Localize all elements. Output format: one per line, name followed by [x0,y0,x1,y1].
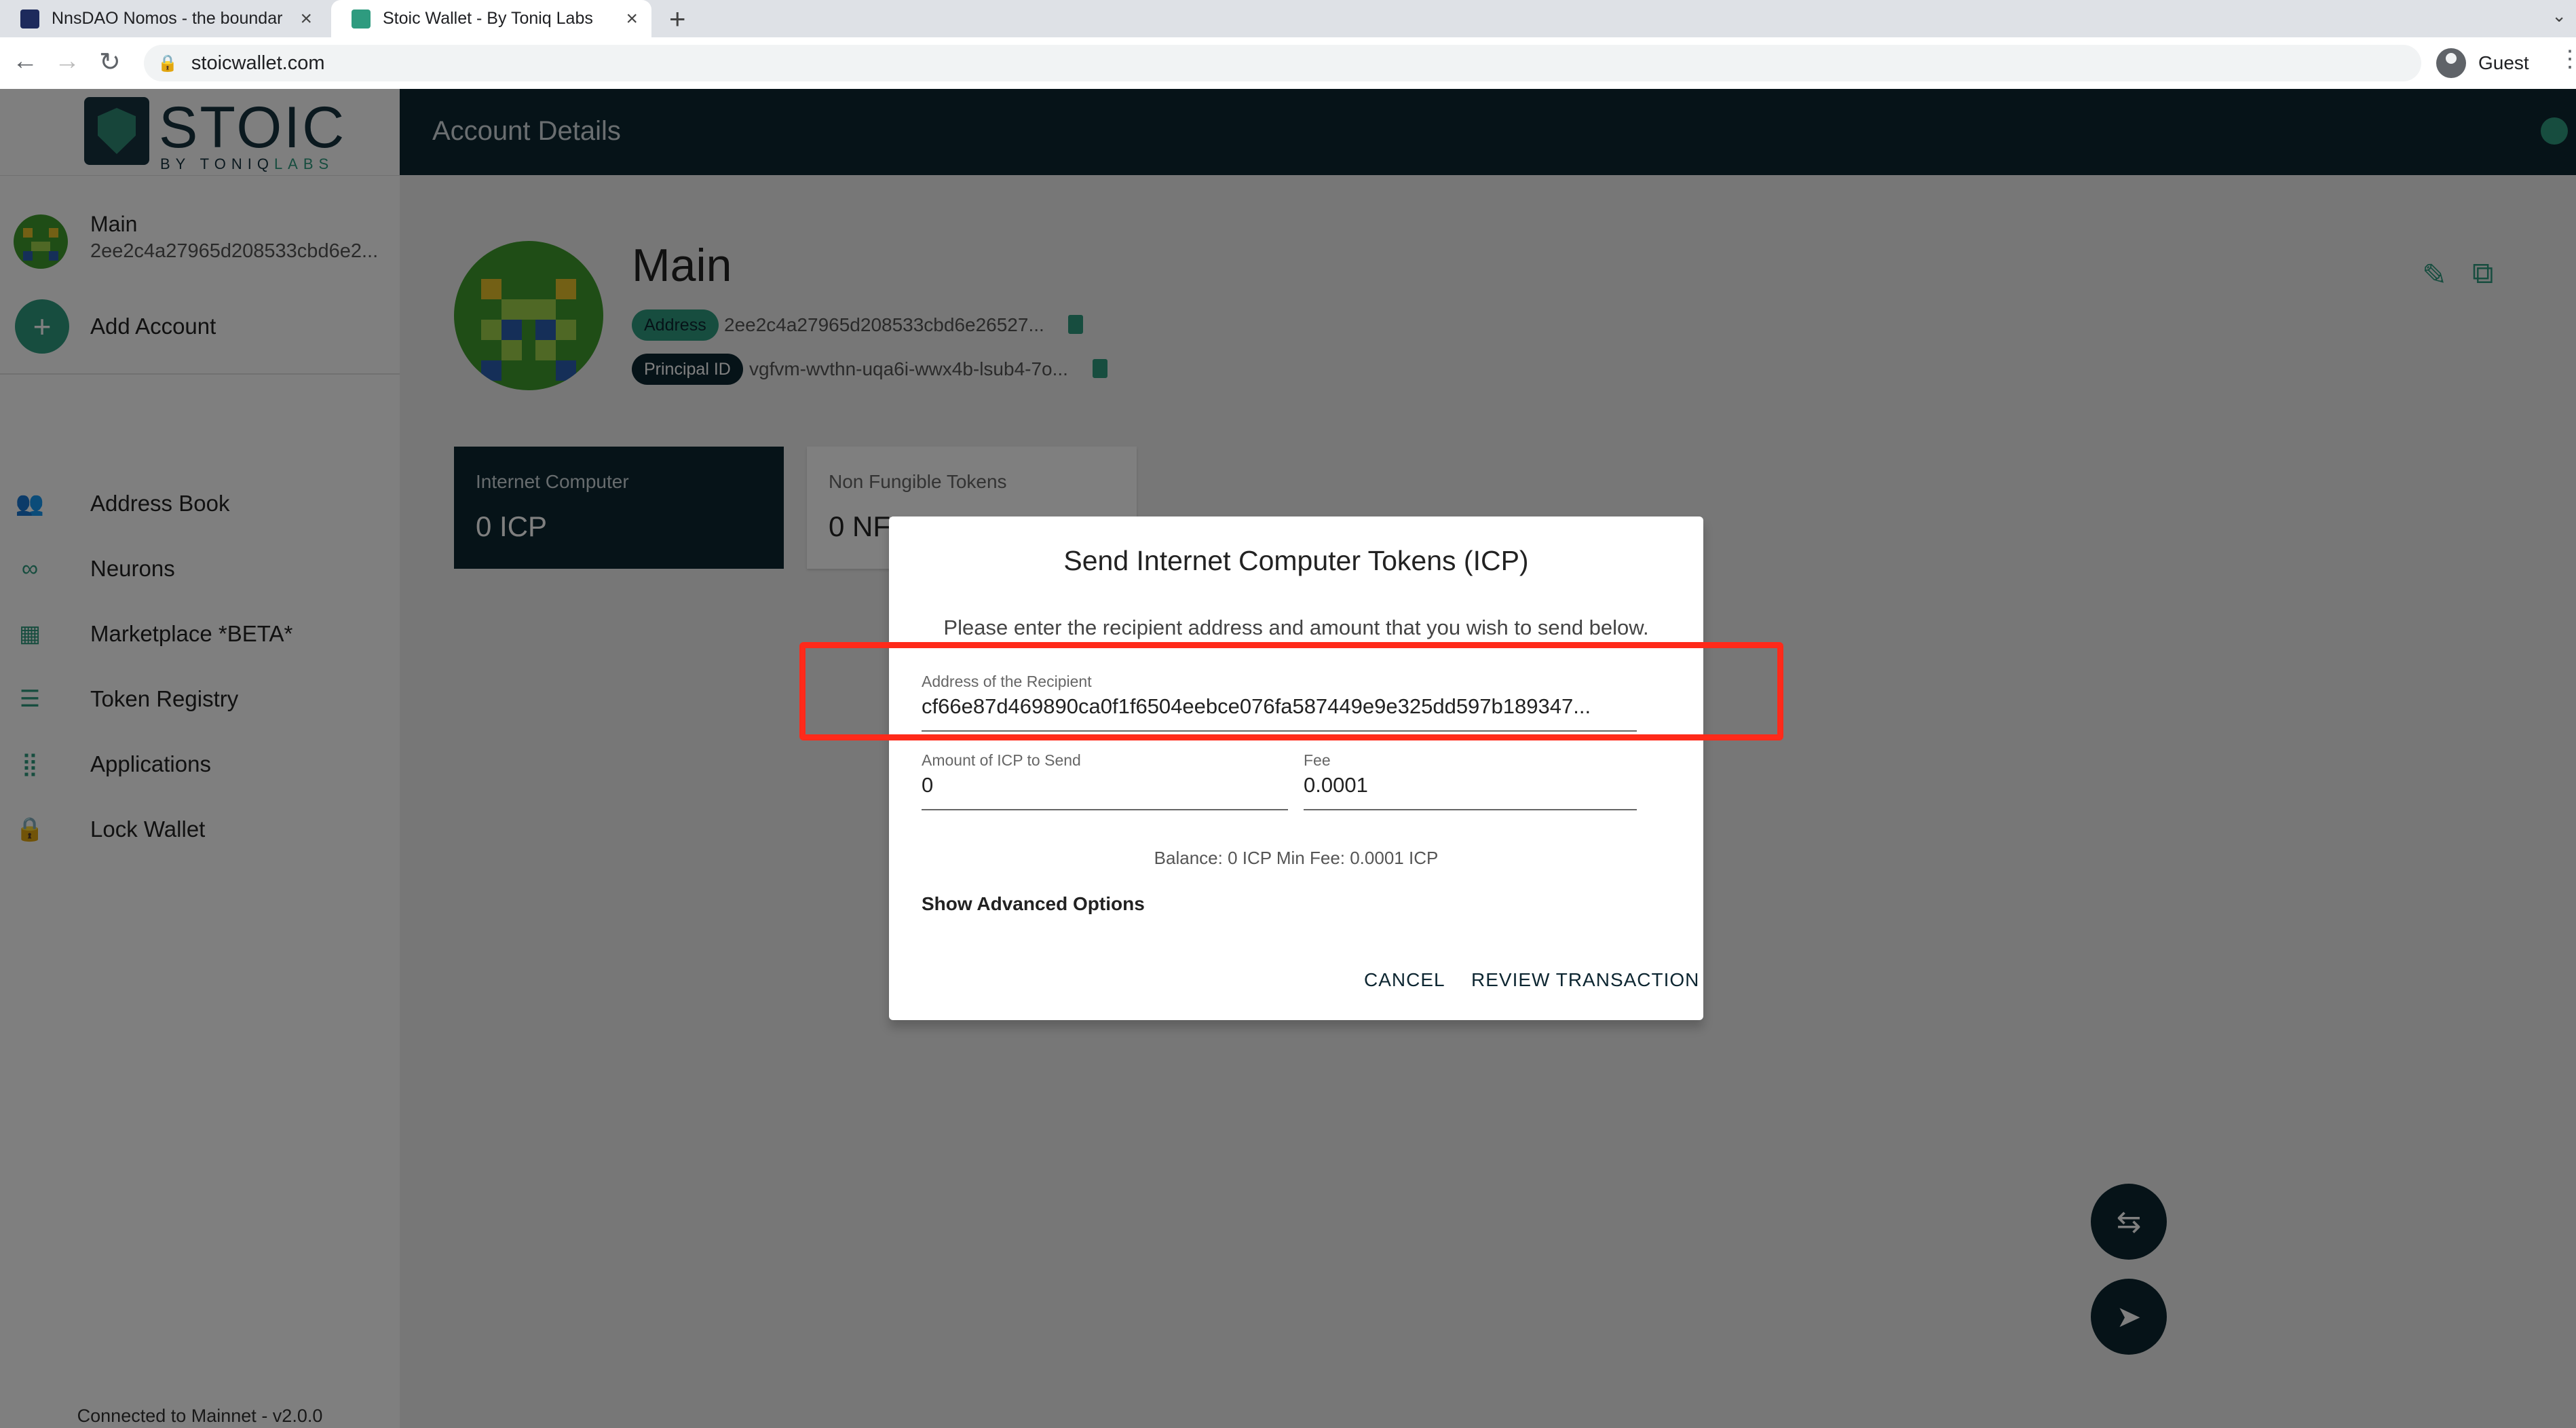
url-text: stoicwallet.com [191,52,325,74]
lock-icon[interactable]: 🔒 [157,54,178,73]
browser-tab-nnsdao[interactable]: NnsDAO Nomos - the boundar × [0,0,326,37]
profile-avatar-icon [2436,48,2466,78]
review-transaction-button[interactable]: REVIEW TRANSACTION [1471,969,1699,991]
field-label: Amount of ICP to Send [922,751,1081,769]
fee-field[interactable]: Fee 0.0001 [1304,751,1637,810]
reload-icon[interactable]: ↻ [99,47,121,77]
dialog-description: Please enter the recipient address and a… [943,616,1649,639]
browser-tab-bar: NnsDAO Nomos - the boundar × Stoic Walle… [0,0,2576,37]
back-arrow-icon[interactable]: ← [12,47,38,76]
tab-search-chevron-icon[interactable]: ⌄ [2552,5,2566,26]
close-tab-icon[interactable]: × [626,7,638,31]
tab-title: Stoic Wallet - By Toniq Labs [383,9,593,28]
profile-label: Guest [2478,52,2529,73]
dialog-title: Send Internet Computer Tokens (ICP) [1063,545,1529,576]
forward-arrow-icon[interactable]: → [54,47,80,76]
browser-tab-stoic[interactable]: Stoic Wallet - By Toniq Labs × [331,0,651,37]
amount-field[interactable]: Amount of ICP to Send 0 [922,751,1288,810]
browser-toolbar: ← → ↻ 🔒 stoicwallet.com Guest ⋮ [0,37,2576,90]
nnsdao-favicon-icon [20,9,39,29]
fee-input[interactable]: 0.0001 [1304,773,1368,797]
browser-menu-icon[interactable]: ⋮ [2558,45,2576,73]
cancel-button[interactable]: CANCEL [1364,969,1445,991]
close-tab-icon[interactable]: × [300,7,312,31]
stoic-favicon-icon [352,9,371,29]
send-icp-dialog: Send Internet Computer Tokens (ICP) Plea… [889,516,1703,1020]
balance-info: Balance: 0 ICP Min Fee: 0.0001 ICP [1154,848,1439,868]
address-bar[interactable]: 🔒 stoicwallet.com [144,45,2421,81]
show-advanced-options-toggle[interactable]: Show Advanced Options [922,893,1145,915]
amount-input[interactable]: 0 [922,773,933,797]
new-tab-icon[interactable]: + [669,3,686,35]
profile-button[interactable]: Guest [2436,43,2538,83]
field-label: Fee [1304,751,1331,769]
annotation-highlight-box [799,642,1783,740]
tab-title: NnsDAO Nomos - the boundar [52,9,282,28]
